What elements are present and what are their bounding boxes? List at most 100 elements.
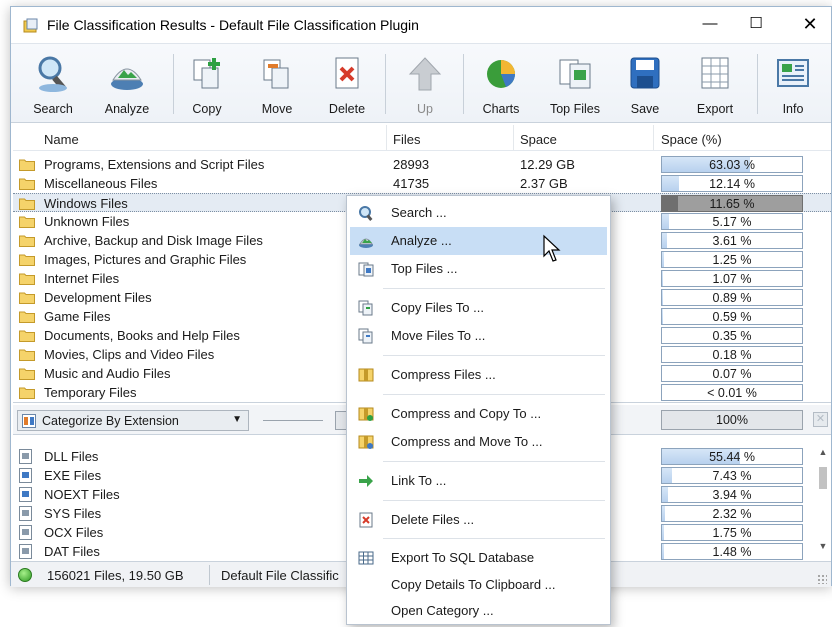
file-type-icon <box>19 487 32 502</box>
space-percent-bar: 1.25 % <box>661 251 803 268</box>
analyze-button[interactable]: Analyze <box>95 48 159 120</box>
info-button[interactable]: Info <box>761 48 825 120</box>
window-title: File Classification Results - Default Fi… <box>47 17 419 33</box>
search-icon <box>359 206 373 221</box>
scroll-thumb[interactable] <box>819 467 827 489</box>
status-divider <box>209 565 210 585</box>
move-icon <box>358 328 373 344</box>
maximize-button[interactable]: ☐ <box>733 7 779 43</box>
space-percent-label: 1.75 % <box>712 526 752 540</box>
close-panel-button[interactable]: ✕ <box>813 412 828 427</box>
pie-chart-icon <box>487 60 515 88</box>
column-divider[interactable] <box>513 125 514 151</box>
folder-icon <box>19 216 35 228</box>
menu-item-link-to[interactable]: Link To ... <box>350 467 607 495</box>
space-percent-bar: 3.61 % <box>661 232 803 249</box>
column-header-files[interactable]: Files <box>393 132 420 147</box>
menu-item-export-to-sql-database[interactable]: Export To SQL Database <box>350 544 607 572</box>
minimize-button[interactable]: — <box>687 7 733 43</box>
categorize-icon <box>22 414 36 428</box>
top-files-button[interactable]: Top Files <box>543 48 607 120</box>
save-button[interactable]: Save <box>613 48 677 120</box>
move-button[interactable]: Move <box>245 48 309 120</box>
menu-item-label: Compress Files ... <box>391 367 496 382</box>
resize-grip-icon[interactable] <box>817 574 827 584</box>
chevron-down-icon: ▼ <box>232 414 242 425</box>
file-type-icon <box>19 544 32 559</box>
search-button[interactable]: Search <box>21 48 85 120</box>
scroll-down-icon[interactable]: ▼ <box>815 541 831 557</box>
analyze-icon <box>359 238 373 248</box>
menu-item-top-files[interactable]: Top Files ... <box>350 255 607 283</box>
extension-name: SYS Files <box>44 506 102 521</box>
folder-icon <box>19 330 35 342</box>
table-row[interactable]: Miscellaneous Files 41735 2.37 GB 12.14 % <box>13 174 831 193</box>
menu-item-delete-files[interactable]: Delete Files ... <box>350 506 607 534</box>
top-files-icon <box>358 262 374 277</box>
file-type-icon <box>19 506 32 521</box>
space-percent-bar: 0.07 % <box>661 365 803 382</box>
close-button[interactable]: ✕ <box>787 7 832 43</box>
column-header-space[interactable]: Space <box>520 132 557 147</box>
menu-item-compress-and-copy-to[interactable]: Compress and Copy To ... <box>350 400 607 428</box>
folder-icon <box>19 368 35 380</box>
total-percent-box: 100% <box>661 410 803 430</box>
row-space: 12.29 GB <box>520 157 575 172</box>
categorize-select[interactable]: Categorize By Extension ▼ <box>17 410 249 431</box>
export-grid-icon <box>701 57 729 89</box>
toolbar-separator <box>173 54 174 114</box>
menu-item-label: Search ... <box>391 205 447 220</box>
menu-item-open-category[interactable]: Open Category ... <box>350 597 607 625</box>
space-percent-bar: 0.89 % <box>661 289 803 306</box>
menu-item-compress-files[interactable]: Compress Files ... <box>350 361 607 389</box>
row-name: Music and Audio Files <box>44 366 171 381</box>
up-button[interactable]: Up <box>393 48 457 120</box>
menu-item-copy-details-to-clipboard[interactable]: Copy Details To Clipboard ... <box>350 571 607 599</box>
charts-button[interactable]: Charts <box>469 48 533 120</box>
copy-icon <box>358 300 373 316</box>
space-percent-label: 1.48 % <box>712 545 752 559</box>
file-type-icon <box>19 468 32 483</box>
column-header-name[interactable]: Name <box>44 132 79 147</box>
table-row[interactable]: Programs, Extensions and Script Files 289… <box>13 155 831 174</box>
scroll-up-icon[interactable]: ▲ <box>815 447 831 463</box>
menu-item-compress-and-move-to[interactable]: Compress and Move To ... <box>350 428 607 456</box>
row-files: 28993 <box>393 157 430 172</box>
delete-icon <box>335 57 359 89</box>
space-percent-bar: < 0.01 % <box>661 384 803 401</box>
menu-item-analyze[interactable]: Analyze ... <box>350 227 607 255</box>
folder-icon <box>19 387 35 399</box>
export-button[interactable]: Export <box>683 48 747 120</box>
space-percent-bar: 0.18 % <box>661 346 803 363</box>
space-percent-label: < 0.01 % <box>707 386 757 400</box>
menu-item-label: Export To SQL Database <box>391 550 535 565</box>
row-name: Temporary Files <box>44 385 137 400</box>
menu-separator <box>383 461 605 462</box>
space-percent-bar: 1.48 % <box>661 543 803 560</box>
space-percent-bar: 3.94 % <box>661 486 803 503</box>
delete-button[interactable]: Delete <box>315 48 379 120</box>
folder-icon <box>19 198 35 210</box>
vertical-scrollbar[interactable]: ▲ ▼ <box>815 437 831 561</box>
analyze-icon <box>111 68 143 90</box>
context-menu: Search ... Analyze ... Top Files ... Copy F… <box>346 195 611 625</box>
space-percent-label: 0.59 % <box>712 310 752 324</box>
folder-icon <box>19 273 35 285</box>
space-percent-label: 11.65 % <box>709 197 755 211</box>
link-arrow-icon <box>359 475 373 487</box>
space-percent-label: 7.43 % <box>712 469 752 483</box>
toolbar: Search Analyze Copy Move Delete Up Chart… <box>11 43 831 123</box>
column-header-space-pct[interactable]: Space (%) <box>661 132 722 147</box>
column-divider[interactable] <box>386 125 387 151</box>
row-name: Development Files <box>44 290 152 305</box>
space-percent-label: 3.94 % <box>712 488 752 502</box>
space-percent-label: 0.89 % <box>712 291 752 305</box>
folder-icon <box>19 178 35 190</box>
menu-item-copy-files-to[interactable]: Copy Files To ... <box>350 294 607 322</box>
divider-line <box>263 420 323 421</box>
column-divider[interactable] <box>653 125 654 151</box>
menu-item-move-files-to[interactable]: Move Files To ... <box>350 322 607 350</box>
folder-icon <box>19 235 35 247</box>
copy-button[interactable]: Copy <box>175 48 239 120</box>
menu-item-search[interactable]: Search ... <box>350 199 607 227</box>
